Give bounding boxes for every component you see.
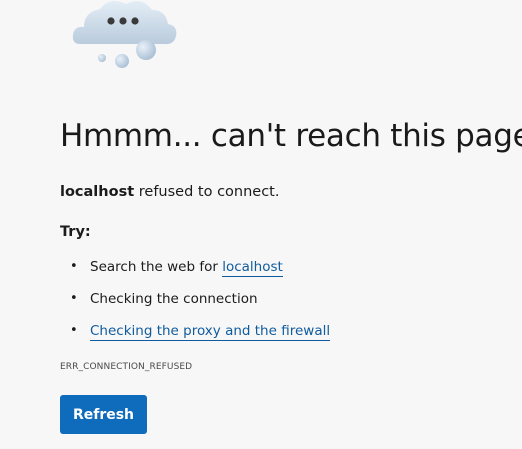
suggestion-search-web-label: Search the web for — [90, 259, 223, 275]
try-heading: Try: — [60, 224, 91, 240]
error-message: localhost refused to connect. — [60, 184, 279, 200]
cloud-with-dots-icon — [72, 0, 177, 68]
suggestion-check-proxy: • Checking the proxy and the firewall — [60, 320, 331, 352]
bullet-icon: • — [70, 323, 78, 338]
bullet-icon: • — [70, 291, 78, 306]
page-title: Hmmm... can't reach this page — [60, 118, 522, 154]
error-page: Hmmm... can't reach this page localhost … — [0, 0, 522, 449]
error-message-text: refused to connect. — [134, 184, 280, 200]
error-code: ERR_CONNECTION_REFUSED — [60, 362, 193, 372]
check-proxy-firewall-link[interactable]: Checking the proxy and the firewall — [90, 323, 331, 341]
bullet-icon: • — [70, 259, 78, 274]
suggestion-search-web: • Search the web for localhost — [60, 256, 330, 288]
suggestion-check-connection: • Checking the connection — [60, 288, 330, 320]
suggestion-list: • Search the web for localhost • Checkin… — [60, 256, 331, 352]
host-name: localhost — [60, 184, 135, 200]
search-localhost-link[interactable]: localhost — [222, 259, 283, 277]
suggestion-check-connection-label: Checking the connection — [90, 291, 258, 307]
refresh-button[interactable]: Refresh — [60, 395, 147, 434]
